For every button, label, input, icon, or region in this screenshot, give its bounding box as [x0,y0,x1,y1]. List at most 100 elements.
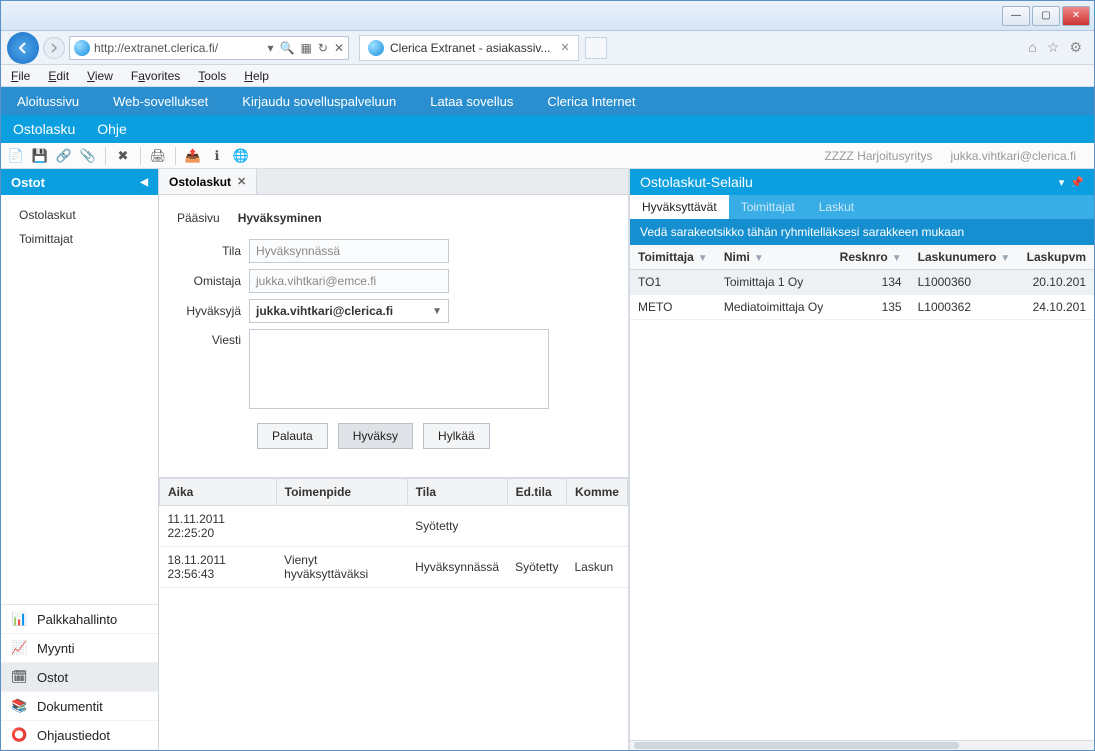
nav-ohjaustiedot[interactable]: ⭕ Ohjaustiedot [1,721,158,750]
close-button[interactable]: ✕ [1062,6,1090,26]
right-panel-title: Ostolaskut-Selailu [640,174,753,190]
globe-icon[interactable]: 🌐 [232,147,250,165]
address-bar[interactable]: ▾ 🔍 ▦ ↻ ✕ [69,36,349,60]
url-input[interactable] [94,41,264,55]
right-panel: Ostolaskut-Selailu ▾ 📌 Hyväksyttävät Toi… [629,169,1094,750]
table-row[interactable]: 11.11.2011 22:25:20Syötetty [160,506,628,547]
dropdown-icon[interactable]: ▾ [1059,176,1065,189]
search-icon[interactable]: 🔍 [280,41,295,55]
col-toimittaja[interactable]: Toimittaja▼ [630,245,716,270]
nav-dokumentit[interactable]: 📚 Dokumentit [1,692,158,721]
label-viesti: Viesti [177,329,249,347]
menu-view[interactable]: View [87,69,113,83]
col-aika[interactable]: Aika [160,479,277,506]
approval-form: Tila Hyväksynnässä Omistaja jukka.vihtka… [159,235,628,477]
menubar: FFileile Edit View Favorites Tools Help [1,65,1094,87]
maximize-button[interactable]: ▢ [1032,6,1060,26]
attach-icon[interactable]: 🔗 [55,147,73,165]
nav-ostot[interactable]: 🗓 Ostot [1,663,158,692]
minimize-button[interactable]: — [1002,6,1030,26]
menu-tools[interactable]: Tools [198,69,226,83]
menu-favorites[interactable]: Favorites [131,69,180,83]
nav-palkkahallinto[interactable]: 📊 Palkkahallinto [1,605,158,634]
print-icon[interactable]: 🖨 [149,147,167,165]
refresh-icon[interactable]: ↻ [318,41,328,55]
clip-icon[interactable]: 📎 [79,147,97,165]
history-table: Aika Toimenpide Tila Ed.tila Komme 11.11… [159,477,628,588]
col-edtila[interactable]: Ed.tila [507,479,566,506]
table-row[interactable]: METOMediatoimittaja Oy135L100036224.10.2… [630,295,1094,320]
sidebar-nav: 📊 Palkkahallinto 📈 Myynti 🗓 Ostot 📚 Doku… [1,604,158,750]
palauta-button[interactable]: Palauta [257,423,328,449]
tab-toimittajat[interactable]: Toimittajat [729,195,807,219]
stop-icon[interactable]: ▦ [301,41,312,55]
nav-aloitussivu[interactable]: Aloitussivu [17,94,79,109]
panel-tab-close-icon[interactable]: ✕ [237,175,246,188]
sidebar: Ostot ◀ Ostolaskut Toimittajat 📊 Palkkah… [1,169,159,750]
sidebar-item-ostolaskut[interactable]: Ostolaskut [1,203,158,227]
col-komme[interactable]: Komme [566,479,627,506]
nav-ohje[interactable]: Ohje [97,121,127,137]
right-tabs: Hyväksyttävät Toimittajat Laskut [630,195,1094,219]
field-viesti[interactable] [249,329,549,409]
sidebar-title: Ostot [11,175,45,190]
filter-icon[interactable]: ▼ [754,253,764,264]
filter-icon[interactable]: ▼ [1000,253,1010,264]
sidebar-header[interactable]: Ostot ◀ [1,169,158,195]
browser-tab[interactable]: Clerica Extranet - asiakassiv... ✕ [359,35,579,61]
hylkaa-button[interactable]: Hylkää [423,423,490,449]
pin-icon[interactable]: 📌 [1070,176,1084,189]
nav-myynti[interactable]: 📈 Myynti [1,634,158,663]
field-hyvaksyja[interactable]: jukka.vihtkari@clerica.fi ▼ [249,299,449,323]
nav-clerica-internet[interactable]: Clerica Internet [547,94,635,109]
menu-edit[interactable]: Edit [48,69,69,83]
nav-kirjaudu[interactable]: Kirjaudu sovelluspalveluun [242,94,396,109]
export-icon[interactable]: 📤 [184,147,202,165]
nav-lataa[interactable]: Lataa sovellus [430,94,513,109]
tab-hyvaksyminen[interactable]: Hyväksyminen [238,211,322,225]
nav-ostolasku[interactable]: Ostolasku [13,121,75,137]
col-nimi[interactable]: Nimi▼ [716,245,832,270]
nav-websovellukset[interactable]: Web-sovellukset [113,94,208,109]
filter-icon[interactable]: ▼ [892,253,902,264]
app-navbar-primary: Aloitussivu Web-sovellukset Kirjaudu sov… [1,87,1094,115]
panel-tab-ostolaskut[interactable]: Ostolaskut ✕ [159,169,257,194]
col-tila[interactable]: Tila [407,479,507,506]
forward-button[interactable] [43,37,65,59]
new-tab-button[interactable] [585,37,607,59]
bars-icon: 📈 [11,640,29,656]
hyvaksy-button[interactable]: Hyväksy [338,423,413,449]
ie-icon [74,40,90,56]
col-laskupvm[interactable]: Laskupvm [1018,245,1094,270]
group-hint: Vedä sarakeotsikko tähän ryhmitelläksesi… [630,219,1094,245]
col-laskunumero[interactable]: Laskunumero▼ [910,245,1019,270]
menu-file[interactable]: FFileile [11,69,30,83]
delete-icon[interactable]: ✖ [114,147,132,165]
tab-paasivu[interactable]: Pääsivu [177,211,220,225]
tab-hyvaksyttavat[interactable]: Hyväksyttävät [630,195,729,219]
col-resknro[interactable]: Resknro▼ [832,245,910,270]
tools-icon[interactable]: ⚙ [1069,39,1082,56]
dropdown-icon[interactable]: ▾ [268,41,274,55]
col-toimenpide[interactable]: Toimenpide [276,479,407,506]
horizontal-scrollbar[interactable] [630,740,1094,750]
home-icon[interactable]: ⌂ [1028,39,1036,56]
close-tab-icon[interactable]: ✕ [334,41,344,55]
tab-laskut[interactable]: Laskut [807,195,866,219]
info-icon[interactable]: ℹ [208,147,226,165]
tab-close-icon[interactable]: ✕ [561,41,570,54]
scrollbar-thumb[interactable] [634,742,959,749]
new-icon[interactable]: 📄 [7,147,25,165]
menu-help[interactable]: Help [244,69,269,83]
panel-tab-header: Ostolaskut ✕ [159,169,628,195]
back-button[interactable] [7,32,39,64]
favorites-icon[interactable]: ☆ [1047,39,1060,56]
collapse-icon[interactable]: ◀ [140,177,148,188]
save-icon[interactable]: 💾 [31,147,49,165]
table-row[interactable]: 18.11.2011 23:56:43Vienyt hyväksyttäväks… [160,547,628,588]
invoice-grid: Toimittaja▼ Nimi▼ Resknro▼ Laskunumero▼ … [630,245,1094,740]
filter-icon[interactable]: ▼ [698,253,708,264]
table-row[interactable]: TO1Toimittaja 1 Oy134L100036020.10.201 [630,270,1094,295]
chevron-down-icon[interactable]: ▼ [432,306,442,317]
sidebar-item-toimittajat[interactable]: Toimittajat [1,227,158,251]
